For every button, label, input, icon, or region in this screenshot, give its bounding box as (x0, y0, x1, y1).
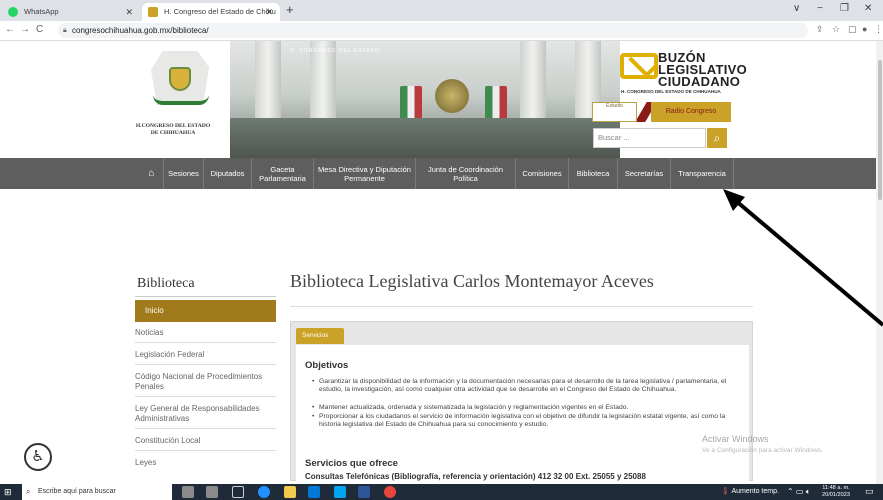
edge-browser-icon[interactable] (258, 486, 270, 498)
clock-time: 11:48 a. m. (822, 485, 850, 491)
browser-tab-bar: WhatsApp ✕ H. Congreso del Estado de Chi… (0, 0, 883, 21)
whatsapp-icon (8, 7, 18, 17)
services-text: Consultas Telefónicas (Bibliografía, ref… (305, 472, 646, 481)
weather-label: Aumento temp. (731, 488, 779, 495)
coat-of-arms-icon (169, 67, 191, 91)
close-tab-icon[interactable]: ✕ (265, 3, 273, 21)
minimize-button[interactable]: − (817, 3, 823, 14)
sidebar-item-leyes[interactable]: Leyes (135, 458, 276, 472)
system-tray-icons[interactable]: ⌃ ▭ 🔈︎ (787, 484, 811, 500)
penguin-app-icon[interactable] (182, 486, 194, 498)
store-app-icon[interactable] (308, 486, 320, 498)
address-bar-row: ← → C 🔒︎ congresochihuahua.gob.mx/biblio… (0, 21, 883, 41)
forward-button[interactable]: → (20, 24, 30, 35)
penguins-app-icon[interactable] (206, 486, 218, 498)
nav-secretarias[interactable]: Secretarías (618, 158, 671, 189)
tab-label: H. Congreso del Estado de Chihu (164, 7, 276, 16)
notification-icon[interactable]: ▭ (865, 486, 874, 497)
task-view-icon[interactable] (232, 486, 244, 498)
sidebar-item-noticias[interactable]: Noticias (135, 328, 276, 343)
congreso-favicon-icon (148, 7, 158, 17)
thermometer-icon: 🌡︎ (721, 488, 730, 495)
tab-search-icon[interactable]: ∨ (793, 3, 800, 14)
site-search-input[interactable]: Buscar ... (593, 128, 706, 148)
state-seal-image (435, 79, 469, 113)
sidebar-item-ley-general[interactable]: Ley General de Responsabilidades Adminis… (135, 404, 276, 429)
file-explorer-icon[interactable] (284, 486, 296, 498)
page-title: Biblioteca Legislativa Carlos Montemayor… (290, 271, 654, 291)
radio-studio-link[interactable]: Estudio (592, 102, 637, 122)
windows-activation-watermark: Activar Windows (702, 434, 769, 444)
annotation-arrow (723, 189, 883, 327)
objectives-heading: Objetivos (305, 360, 349, 371)
tab-label: WhatsApp (24, 7, 59, 16)
search-icon: ⌕ (26, 487, 31, 496)
share-icon[interactable]: ⇪ (816, 24, 824, 35)
windows-activation-subtext: Ve a Configuración para activar Windows. (702, 447, 823, 454)
new-tab-button[interactable]: + (286, 2, 294, 17)
accessibility-icon: ♿︎ (31, 448, 45, 465)
nav-home[interactable]: ⌂ (140, 158, 164, 189)
objective-item: Proporcionar a los ciudadanos el servici… (312, 413, 744, 430)
browser-menu-icon[interactable]: ⋮ (874, 24, 883, 35)
profile-icon[interactable]: ● (862, 24, 867, 34)
banner-caption: H. CONGRESO DEL ESTADO (290, 48, 381, 54)
sidebar-title: Biblioteca (137, 276, 195, 291)
reload-button[interactable]: C (36, 24, 43, 35)
radio-congreso-label: Radio Congreso (651, 102, 731, 122)
tab-congreso[interactable]: H. Congreso del Estado de Chihu ✕ (142, 3, 280, 21)
hero-banner-image (230, 41, 620, 158)
buzon-subtitle: H. CONGRESO DEL ESTADO DE CHIHUAHUA (621, 89, 721, 94)
windows-start-icon[interactable]: ⊞ (4, 487, 14, 497)
lock-icon[interactable]: 🔒︎ (63, 23, 67, 38)
objective-item: Mantener actualizada, ordenada y sistema… (312, 404, 744, 413)
title-divider (290, 306, 753, 307)
scrollbar-thumb[interactable] (878, 60, 882, 200)
sidebar-item-codigo-nacional[interactable]: Código Nacional de Procedimientos Penale… (135, 372, 276, 397)
search-icon: ⌕ (713, 131, 721, 145)
nav-diputados[interactable]: Diputados (204, 158, 252, 189)
accessibility-button[interactable]: ♿︎ (24, 443, 52, 471)
nav-junta-coordinacion[interactable]: Junta de Coordinación Política (416, 158, 516, 189)
taskbar-search-input[interactable]: ⌕ Escribe aquí para buscar (22, 484, 172, 500)
sidebar-item-inicio[interactable]: Inicio (135, 300, 276, 322)
weather-widget[interactable]: 🌡︎ Aumento temp. (721, 484, 779, 500)
taskbar-search-placeholder: Escribe aquí para buscar (38, 488, 116, 495)
home-icon: ⌂ (148, 168, 155, 179)
nav-sesiones[interactable]: Sesiones (164, 158, 204, 189)
close-tab-icon[interactable]: ✕ (125, 3, 133, 21)
bookmark-star-icon[interactable]: ☆ (832, 24, 840, 35)
url-text: congresochihuahua.gob.mx/biblioteca/ (72, 26, 209, 35)
word-app-icon[interactable] (358, 486, 370, 498)
radio-congreso-link[interactable]: Radio Congreso (637, 102, 731, 122)
url-input[interactable]: 🔒︎ congresochihuahua.gob.mx/biblioteca/ (58, 23, 808, 38)
back-button[interactable]: ← (5, 24, 15, 35)
radio-studio-label: Estudio (606, 103, 623, 109)
services-heading: Servicios que ofrece (305, 458, 398, 469)
site-header: H. CONGRESO DEL ESTADO H.CONGRESO DEL ES… (0, 41, 883, 158)
sidebar-item-constitucion-local[interactable]: Constitución Local (135, 436, 276, 451)
maximize-button[interactable]: ❐ (840, 3, 849, 14)
mail-app-icon[interactable] (334, 486, 346, 498)
sidebar-item-legislacion-federal[interactable]: Legislación Federal (135, 350, 276, 365)
clock[interactable]: 11:48 a. m. 20/01/2023 (822, 485, 850, 499)
nav-mesa-directiva[interactable]: Mesa Directiva y Diputación Permanente (314, 158, 416, 189)
sidebar-divider (135, 296, 276, 297)
search-button[interactable]: ⌕ (707, 128, 727, 148)
logo-text: H.CONGRESO DEL ESTADO DE CHIHUAHUA (135, 123, 211, 136)
nav-biblioteca[interactable]: Biblioteca (569, 158, 618, 189)
tab-servicios[interactable]: Servicios (296, 328, 344, 344)
windows-taskbar: ⊞ ⌕ Escribe aquí para buscar 🌡︎ Aumento … (0, 484, 883, 500)
sidebar-icon[interactable]: ▢ (848, 24, 857, 35)
close-window-button[interactable]: ✕ (864, 3, 872, 14)
tab-whatsapp[interactable]: WhatsApp ✕ (2, 3, 140, 21)
objective-item: Garantizar la disponibilidad de la infor… (312, 378, 744, 395)
nav-comisiones[interactable]: Comisiones (516, 158, 569, 189)
chrome-browser-icon[interactable] (384, 486, 396, 498)
buzon-line-3: CIUDADANO (658, 74, 741, 89)
envelope-icon (620, 53, 658, 79)
nav-gaceta-parlamentaria[interactable]: Gaceta Parlamentaria (252, 158, 314, 189)
clock-date: 20/01/2023 (822, 492, 850, 498)
congreso-logo[interactable]: H.CONGRESO DEL ESTADO DE CHIHUAHUA (133, 47, 228, 155)
